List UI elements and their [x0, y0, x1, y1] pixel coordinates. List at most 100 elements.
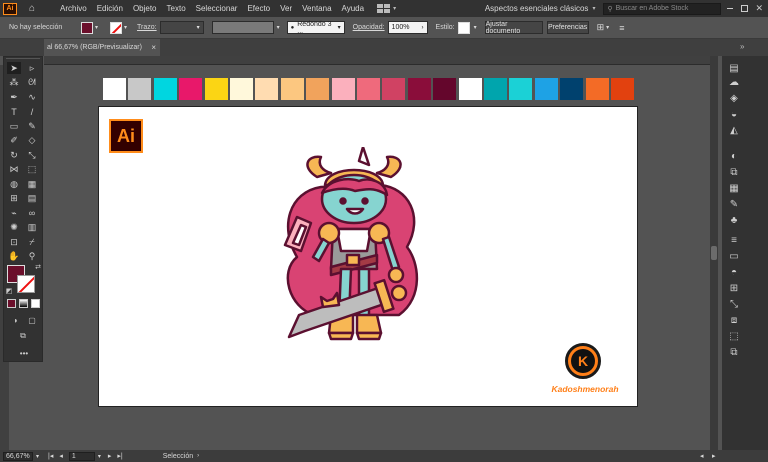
- adjust-document-button[interactable]: Ajustar documento: [484, 21, 543, 35]
- color-mode-button[interactable]: [7, 299, 16, 308]
- draw-mode-icon[interactable]: ◑: [9, 315, 21, 325]
- panel-menu-icon[interactable]: ≡: [619, 23, 624, 33]
- color-swatch[interactable]: [179, 78, 203, 100]
- width-tool-icon[interactable]: ⋈: [7, 164, 21, 176]
- color-swatch[interactable]: [280, 78, 304, 100]
- pen-tool-icon[interactable]: ✒: [7, 91, 21, 103]
- symbols-icon[interactable]: ♣: [728, 214, 740, 226]
- edit-toolbar-icon[interactable]: •••: [17, 349, 31, 358]
- shape-builder-tool-icon[interactable]: ◍: [7, 178, 21, 190]
- menu-ayuda[interactable]: Ayuda: [337, 4, 370, 13]
- selection-tool-icon[interactable]: ➤: [7, 62, 21, 74]
- transform-icon[interactable]: ⤡: [728, 298, 740, 310]
- column-graph-tool-icon[interactable]: ▥: [25, 222, 39, 234]
- previous-artboard-icon[interactable]: ◂: [59, 452, 63, 460]
- gradient-tool-icon[interactable]: ▤: [25, 193, 39, 205]
- color-icon[interactable]: ◐: [728, 150, 740, 162]
- shaper-tool-icon[interactable]: ✐: [7, 135, 21, 147]
- color-swatch[interactable]: [331, 78, 355, 100]
- graphic-style-swatch[interactable]: [457, 21, 470, 34]
- color-swatch[interactable]: [153, 78, 177, 100]
- color-swatch[interactable]: [560, 78, 584, 100]
- blend-tool-icon[interactable]: ∞: [25, 207, 39, 219]
- next-artboard-icon[interactable]: ▸: [108, 452, 112, 460]
- color-swatch[interactable]: [433, 78, 457, 100]
- stock-search-input[interactable]: ⚲ Buscar en Adobe Stock: [603, 2, 722, 15]
- line-tool-icon[interactable]: /: [25, 106, 39, 118]
- chevron-down-icon[interactable]: ▾: [606, 24, 609, 31]
- gradient-mode-button[interactable]: [19, 299, 28, 308]
- stroke-color-box[interactable]: [17, 275, 35, 293]
- eyedropper-tool-icon[interactable]: ⌁: [7, 207, 21, 219]
- color-swatch[interactable]: [585, 78, 609, 100]
- align-icon[interactable]: ⊞: [597, 22, 605, 33]
- direct-selection-tool-icon[interactable]: ▹: [25, 62, 39, 74]
- color-swatch[interactable]: [458, 78, 482, 100]
- chevron-down-icon[interactable]: ▾: [277, 24, 280, 31]
- eraser-tool-icon[interactable]: ◇: [25, 135, 39, 147]
- swap-fill-stroke-icon[interactable]: ⇄: [34, 263, 42, 271]
- artboards-icon[interactable]: ⬚: [728, 330, 740, 342]
- color-swatch[interactable]: [382, 78, 406, 100]
- menu-ver[interactable]: Ver: [275, 4, 297, 13]
- color-swatch[interactable]: [128, 78, 152, 100]
- workspace-switcher[interactable]: Aspectos esenciales clásicos: [485, 4, 589, 13]
- symbol-sprayer-tool-icon[interactable]: ✺: [7, 222, 21, 234]
- opacity-label[interactable]: Opacidad:: [353, 24, 385, 31]
- appearance-icon[interactable]: ◒: [728, 108, 740, 120]
- color-guide-icon[interactable]: ⧉: [728, 166, 740, 178]
- type-tool-icon[interactable]: T: [7, 106, 21, 118]
- artboard-number-input[interactable]: 1: [68, 451, 95, 461]
- color-swatch[interactable]: [103, 78, 126, 100]
- menu-edicion[interactable]: Edición: [92, 4, 128, 13]
- document-tab[interactable]: al 66,67% (RGB/Previsualizar) ×: [44, 39, 160, 56]
- fill-color-swatch[interactable]: [81, 21, 93, 34]
- brush-definition-select[interactable]: ● Redondo 3 ... ▾: [286, 21, 345, 35]
- scroll-right-icon[interactable]: ▸: [712, 452, 716, 460]
- vertical-scrollbar-thumb[interactable]: [711, 246, 717, 260]
- align-panel-icon[interactable]: ⊞: [728, 282, 740, 294]
- first-artboard-icon[interactable]: |◂: [48, 452, 53, 460]
- rotate-tool-icon[interactable]: ↻: [7, 149, 21, 161]
- stroke-weight-input[interactable]: ▾: [159, 21, 204, 34]
- change-screen-mode-icon[interactable]: ⧉: [16, 331, 30, 341]
- chevron-down-icon[interactable]: ▾: [124, 24, 127, 31]
- libraries-icon[interactable]: ☁: [728, 76, 740, 88]
- chevron-right-icon[interactable]: ›: [197, 453, 199, 459]
- color-swatch[interactable]: [407, 78, 431, 100]
- scroll-left-icon[interactable]: ◂: [700, 452, 704, 460]
- pathfinder-icon[interactable]: ⧈: [728, 314, 740, 326]
- opacity-input[interactable]: 100% ›: [387, 21, 428, 34]
- menu-seleccionar[interactable]: Seleccionar: [191, 4, 243, 13]
- curvature-tool-icon[interactable]: ∿: [25, 91, 39, 103]
- collapse-panels-icon[interactable]: »: [740, 42, 744, 51]
- free-transform-tool-icon[interactable]: ⬚: [25, 164, 39, 176]
- menu-archivo[interactable]: Archivo: [55, 4, 92, 13]
- magic-wand-tool-icon[interactable]: ⁂: [7, 77, 21, 89]
- maximize-button[interactable]: [741, 5, 749, 12]
- transparency-icon[interactable]: ◓: [728, 266, 740, 278]
- color-swatch[interactable]: [306, 78, 330, 100]
- menu-ventana[interactable]: Ventana: [297, 4, 336, 13]
- none-mode-button[interactable]: [31, 299, 40, 308]
- chevron-down-icon[interactable]: ▾: [393, 5, 396, 12]
- color-swatch[interactable]: [204, 78, 228, 100]
- menu-texto[interactable]: Texto: [162, 4, 191, 13]
- close-window-button[interactable]: ✕: [755, 3, 763, 14]
- color-swatch[interactable]: [255, 78, 279, 100]
- lasso-tool-icon[interactable]: ᘛ: [25, 77, 39, 89]
- layers-icon[interactable]: ◈: [728, 92, 740, 104]
- chevron-down-icon[interactable]: ▾: [474, 24, 477, 31]
- properties-icon[interactable]: ▤: [728, 62, 740, 74]
- zoom-level-input[interactable]: 66,67%: [3, 451, 33, 461]
- slice-tool-icon[interactable]: ⌿: [25, 236, 39, 248]
- mesh-tool-icon[interactable]: ⊞: [7, 193, 21, 205]
- chevron-down-icon[interactable]: ▾: [592, 5, 595, 12]
- color-swatch[interactable]: [230, 78, 253, 100]
- artboard[interactable]: Ai K Kadoshmenorah: [98, 106, 638, 407]
- color-swatch[interactable]: [611, 78, 634, 100]
- color-swatch[interactable]: [509, 78, 533, 100]
- stroke-color-swatch[interactable]: [110, 21, 123, 34]
- links-icon[interactable]: ⧉: [728, 346, 740, 358]
- zoom-tool-icon[interactable]: ⚲: [25, 251, 39, 263]
